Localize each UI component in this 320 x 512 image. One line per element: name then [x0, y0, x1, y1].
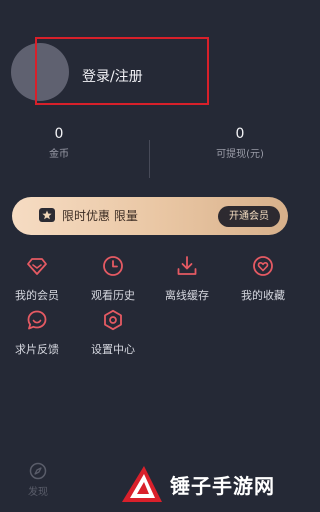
- menu-label: 我的会员: [15, 289, 59, 302]
- menu-label: 我的收藏: [241, 289, 285, 302]
- settings-hexagon-icon: [104, 309, 122, 331]
- coins-label: 金币: [49, 149, 69, 160]
- menu-item-my-favorites[interactable]: 我的收藏: [228, 255, 298, 303]
- highlight-box: [35, 37, 209, 105]
- vip-ticket-icon: [39, 208, 55, 222]
- menu-item-my-membership[interactable]: 我的会员: [2, 255, 72, 303]
- menu-item-request-feedback[interactable]: 求片反馈: [2, 309, 72, 357]
- hammer-logo-icon: [122, 466, 162, 502]
- menu-label: 设置中心: [91, 343, 135, 356]
- withdrawable-value: 0: [235, 126, 245, 142]
- diamond-icon: [27, 258, 47, 275]
- bottom-nav-discover[interactable]: 发现: [24, 462, 52, 498]
- vip-promo-text: 限时优惠 限量: [62, 209, 138, 223]
- menu-item-watch-history[interactable]: 观看历史: [78, 255, 148, 303]
- vip-banner[interactable]: 限时优惠 限量 开通会员: [12, 197, 288, 235]
- menu-label: 观看历史: [91, 289, 135, 302]
- withdrawable-stat[interactable]: 0 可提现(元): [204, 126, 276, 160]
- menu-item-settings-center[interactable]: 设置中心: [78, 309, 148, 357]
- menu-label: 求片反馈: [15, 343, 59, 356]
- heart-icon: [253, 256, 273, 276]
- menu-item-offline-cache[interactable]: 离线缓存: [152, 255, 222, 303]
- open-membership-button[interactable]: 开通会员: [218, 206, 280, 227]
- chat-bubble-icon: [27, 310, 47, 330]
- watermark: 锤子手游网: [118, 462, 300, 506]
- withdrawable-label: 可提现(元): [216, 149, 264, 160]
- menu-label: 离线缓存: [165, 289, 209, 302]
- discover-label: 发现: [28, 487, 48, 498]
- stats-divider: [149, 140, 150, 178]
- compass-icon: [29, 462, 47, 480]
- download-icon: [177, 256, 197, 275]
- clock-icon: [103, 256, 123, 276]
- watermark-text: 锤子手游网: [170, 474, 275, 498]
- coins-stat[interactable]: 0 金币: [30, 126, 88, 160]
- coins-value: 0: [54, 126, 64, 142]
